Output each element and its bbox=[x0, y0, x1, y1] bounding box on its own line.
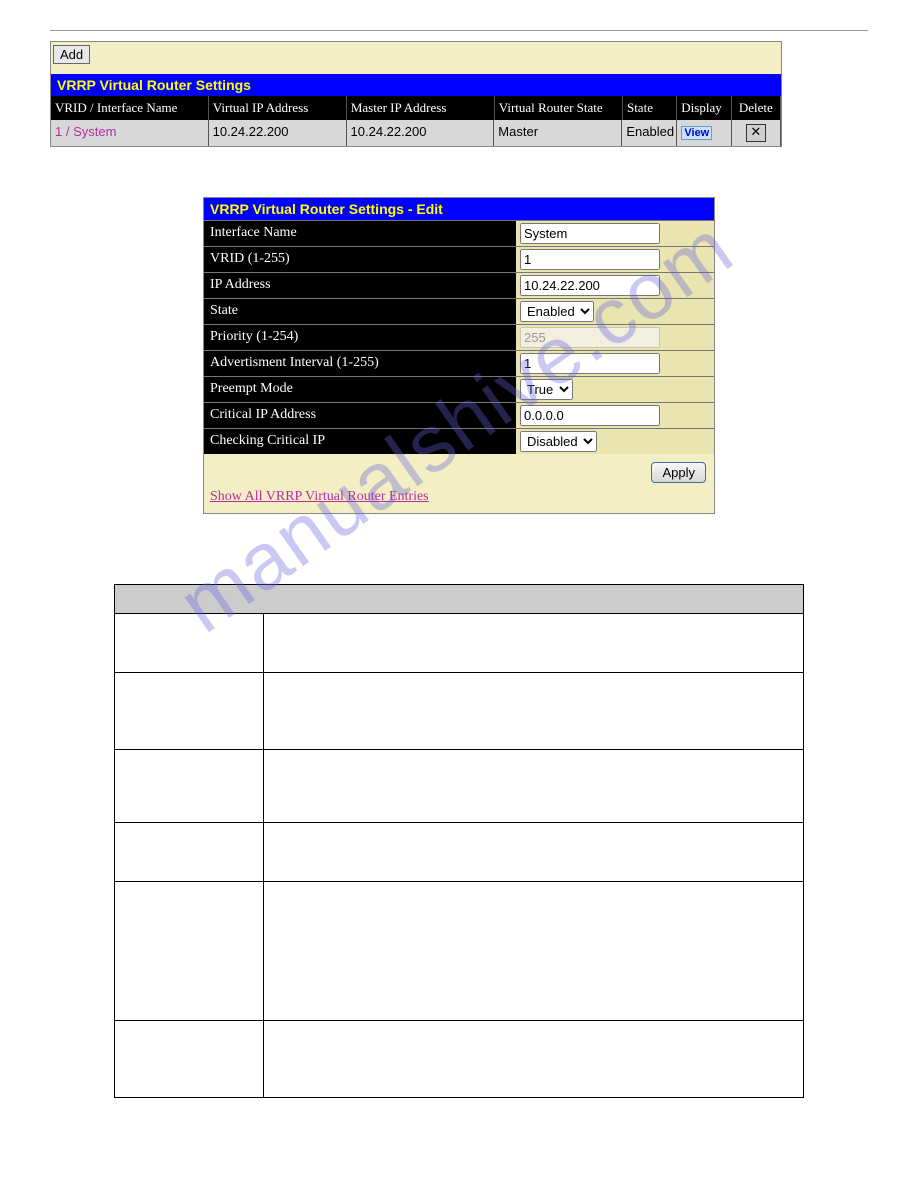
param-name-cell bbox=[115, 1021, 264, 1098]
param-name-cell bbox=[115, 823, 264, 882]
row-vip: 10.24.22.200 bbox=[209, 120, 347, 146]
row-state: Enabled bbox=[622, 120, 677, 146]
row-vrs: Master bbox=[494, 120, 622, 146]
hdr-delete: Delete bbox=[732, 96, 781, 120]
param-desc-cell bbox=[264, 823, 804, 882]
param-desc-cell bbox=[264, 750, 804, 823]
panel1-title: VRRP Virtual Router Settings bbox=[51, 74, 781, 96]
hdr-vrs: Virtual Router State bbox=[495, 96, 623, 120]
row-display: View bbox=[677, 120, 731, 146]
hdr-display: Display bbox=[677, 96, 731, 120]
top-rule bbox=[50, 30, 868, 31]
summary-data-row: 1 / System 10.24.22.200 10.24.22.200 Mas… bbox=[51, 120, 781, 146]
vrrp-edit-panel: VRRP Virtual Router Settings - Edit Inte… bbox=[203, 197, 715, 514]
param-desc-cell bbox=[264, 1021, 804, 1098]
select-check[interactable]: Disabled bbox=[520, 431, 597, 452]
input-ifname[interactable] bbox=[520, 223, 660, 244]
param-desc-cell bbox=[264, 614, 804, 673]
lbl-ip: IP Address bbox=[204, 273, 516, 298]
input-priority bbox=[520, 327, 660, 348]
hdr-mip: Master IP Address bbox=[347, 96, 495, 120]
param-name-cell bbox=[115, 882, 264, 1021]
param-name-cell bbox=[115, 750, 264, 823]
row-vrid-link[interactable]: 1 / System bbox=[51, 120, 209, 146]
select-preempt[interactable]: True bbox=[520, 379, 573, 400]
show-all-link[interactable]: Show All VRRP Virtual Router Entries bbox=[204, 489, 435, 513]
lbl-check: Checking Critical IP bbox=[204, 429, 516, 454]
lbl-priority: Priority (1-254) bbox=[204, 325, 516, 350]
input-adv[interactable] bbox=[520, 353, 660, 374]
row-delete: ✕ bbox=[732, 120, 781, 146]
select-state[interactable]: Enabled bbox=[520, 301, 594, 322]
vrrp-summary-panel: Add VRRP Virtual Router Settings VRID / … bbox=[50, 41, 782, 147]
lbl-ifname: Interface Name bbox=[204, 221, 516, 246]
parameter-table bbox=[114, 584, 804, 1098]
param-desc-cell bbox=[264, 882, 804, 1021]
apply-button[interactable]: Apply bbox=[651, 462, 706, 483]
param-desc-cell bbox=[264, 673, 804, 750]
row-mip: 10.24.22.200 bbox=[347, 120, 495, 146]
lbl-crit: Critical IP Address bbox=[204, 403, 516, 428]
hdr-state: State bbox=[623, 96, 677, 120]
view-button[interactable]: View bbox=[681, 126, 712, 140]
panel2-title: VRRP Virtual Router Settings - Edit bbox=[204, 198, 714, 220]
input-crit[interactable] bbox=[520, 405, 660, 426]
hdr-vrid: VRID / Interface Name bbox=[51, 96, 209, 120]
param-name-cell bbox=[115, 614, 264, 673]
summary-header-row: VRID / Interface Name Virtual IP Address… bbox=[51, 96, 781, 120]
lbl-vrid: VRID (1-255) bbox=[204, 247, 516, 272]
add-button[interactable]: Add bbox=[53, 45, 90, 64]
lbl-preempt: Preempt Mode bbox=[204, 377, 516, 402]
param-table-header bbox=[115, 585, 804, 614]
param-name-cell bbox=[115, 673, 264, 750]
input-vrid[interactable] bbox=[520, 249, 660, 270]
hdr-vip: Virtual IP Address bbox=[209, 96, 347, 120]
input-ip[interactable] bbox=[520, 275, 660, 296]
lbl-adv: Advertisment Interval (1-255) bbox=[204, 351, 516, 376]
lbl-state: State bbox=[204, 299, 516, 324]
delete-button[interactable]: ✕ bbox=[746, 124, 766, 142]
